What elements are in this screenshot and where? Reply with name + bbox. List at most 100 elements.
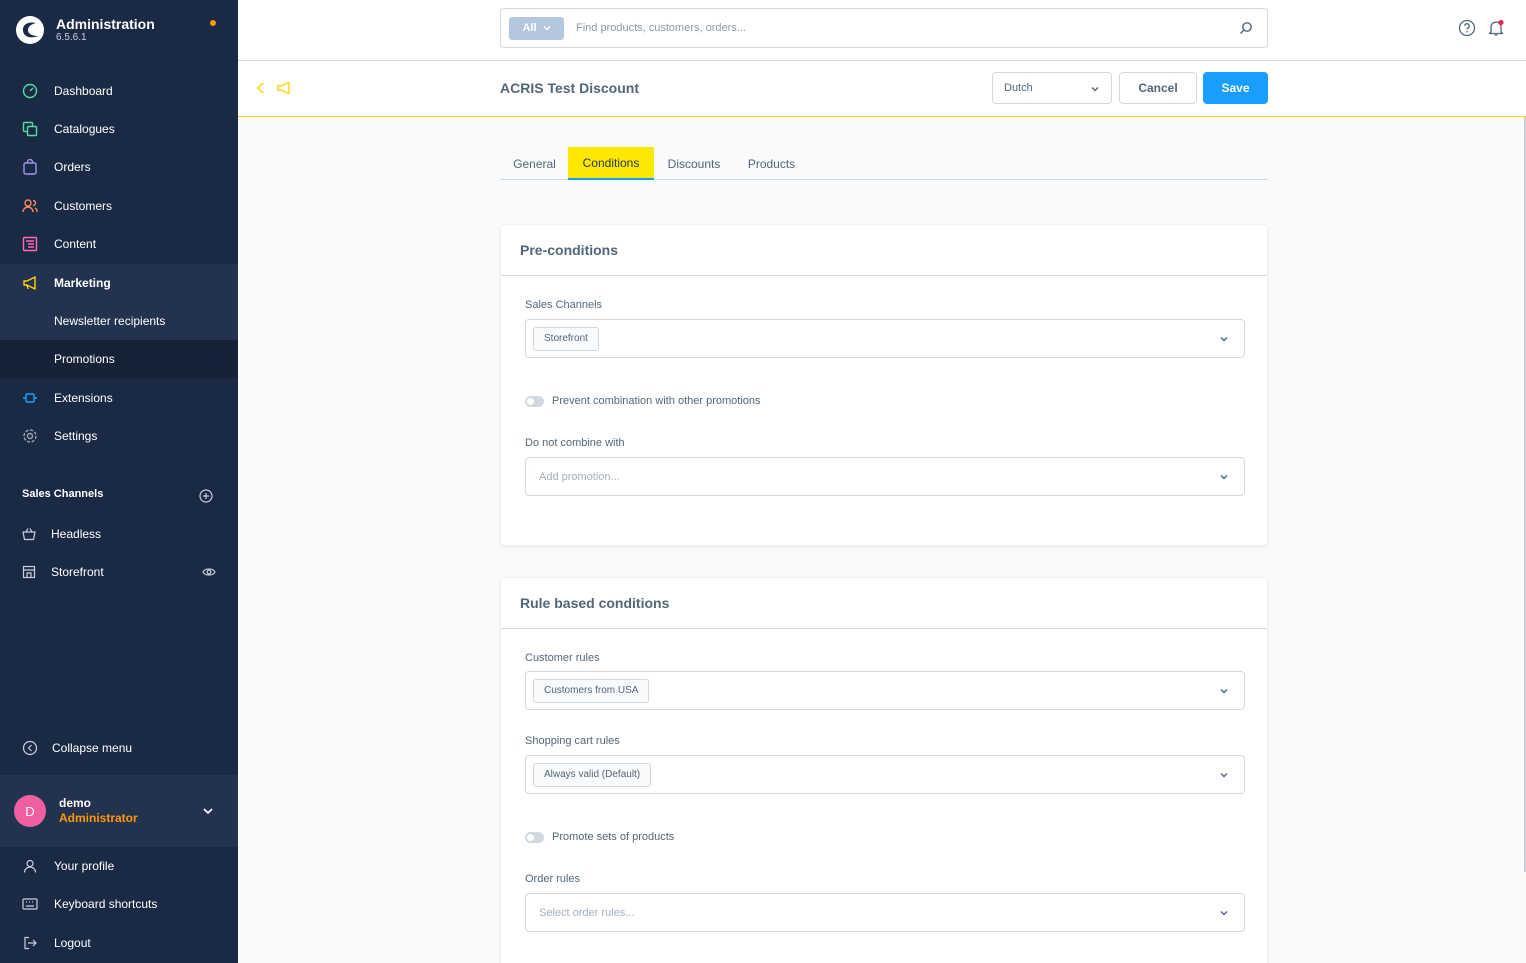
nav-newsletter-recipients[interactable]: Newsletter recipients (0, 302, 238, 340)
nav-extensions[interactable]: Extensions (0, 379, 238, 417)
tab-products[interactable]: Products (740, 147, 803, 180)
smart-bar: ACRIS Test Discount Dutch Cancel Save (238, 61, 1526, 117)
chevron-down-icon (1220, 475, 1228, 480)
nav-customers[interactable]: Customers (0, 187, 238, 225)
notice-dot (210, 20, 216, 26)
sales-channels-select[interactable]: Storefront (525, 319, 1245, 358)
brand[interactable]: Administration 6.5.6.1 (14, 12, 155, 48)
dashboard-icon (21, 82, 39, 100)
your-profile-label: Your profile (54, 859, 115, 873)
logout-label: Logout (54, 936, 91, 950)
chevron-down-icon (1091, 87, 1099, 92)
search-input[interactable] (576, 22, 1239, 34)
logout-icon (22, 935, 38, 951)
nav-promotions-label: Promotions (54, 352, 115, 366)
store-icon (21, 564, 37, 580)
gear-icon (21, 427, 39, 445)
user-menu[interactable]: D demo Administrator (0, 775, 238, 847)
collapse-icon (22, 740, 38, 756)
page-title: ACRIS Test Discount (500, 80, 639, 96)
shopware-logo-icon (16, 16, 44, 44)
shopping-bag-icon (21, 158, 39, 176)
logout-link[interactable]: Logout (0, 924, 238, 962)
nav-orders-label: Orders (54, 160, 91, 174)
promote-sets-toggle[interactable]: Promote sets of products (525, 831, 674, 843)
user-icon (22, 858, 38, 874)
avatar: D (14, 795, 46, 827)
prevent-combination-label: Prevent combination with other promotion… (552, 395, 761, 407)
tab-discounts[interactable]: Discounts (660, 147, 728, 180)
chevron-down-icon (203, 808, 213, 815)
nav-extensions-label: Extensions (54, 391, 113, 405)
search-icon[interactable] (1239, 21, 1253, 35)
add-sales-channel-icon[interactable] (199, 489, 213, 503)
user-role: Administrator (59, 811, 138, 825)
promote-sets-switch[interactable] (525, 831, 544, 843)
chevron-down-icon (1220, 337, 1228, 342)
megaphone-icon (21, 274, 39, 292)
customer-rules-select[interactable]: Customers from USA (525, 671, 1245, 710)
cart-rule-chip[interactable]: Always valid (Default) (533, 762, 652, 787)
users-icon (21, 197, 39, 215)
sales-channel-storefront-label: Storefront (51, 565, 104, 579)
order-rules-select[interactable]: Select order rules... (525, 893, 1245, 932)
cart-rules-label: Shopping cart rules (525, 735, 620, 747)
tab-conditions[interactable]: Conditions (568, 147, 654, 180)
customer-rules-label: Customer rules (525, 652, 600, 664)
sales-channel-headless[interactable]: Headless (0, 517, 238, 551)
tab-general[interactable]: General (506, 147, 563, 180)
your-profile-link[interactable]: Your profile (0, 847, 238, 885)
promotion-tabs: General Conditions Discounts Products (500, 147, 1268, 180)
language-select[interactable]: Dutch (992, 72, 1112, 104)
content-icon (21, 235, 39, 253)
eye-icon[interactable] (202, 565, 216, 579)
search-type-select[interactable]: All (509, 16, 564, 40)
order-rules-placeholder: Select order rules... (539, 906, 635, 919)
back-arrow-icon[interactable] (254, 81, 268, 95)
chevron-down-icon (1220, 689, 1228, 694)
notifications-bell-icon[interactable] (1487, 19, 1505, 37)
nav-settings[interactable]: Settings (0, 417, 238, 455)
keyboard-shortcuts-label: Keyboard shortcuts (54, 897, 158, 911)
collapse-menu-label: Collapse menu (52, 741, 133, 755)
nav-dashboard[interactable]: Dashboard (0, 72, 238, 110)
app-title: Administration (56, 16, 155, 32)
cancel-button[interactable]: Cancel (1119, 72, 1197, 104)
plug-icon (21, 389, 39, 407)
nav-dashboard-label: Dashboard (54, 84, 113, 98)
sales-channel-storefront[interactable]: Storefront (0, 555, 238, 589)
keyboard-shortcuts-link[interactable]: Keyboard shortcuts (0, 885, 238, 923)
customer-rule-chip[interactable]: Customers from USA (533, 678, 650, 703)
save-button[interactable]: Save (1203, 72, 1268, 104)
nav-marketing[interactable]: Marketing (0, 264, 238, 302)
basket-icon (21, 526, 37, 542)
keyboard-icon (22, 896, 38, 912)
language-select-value: Dutch (1004, 82, 1033, 94)
do-not-combine-placeholder: Add promotion... (539, 470, 620, 483)
sales-channels-title: Sales Channels (22, 488, 104, 500)
rule-conditions-title: Rule based conditions (501, 578, 1267, 629)
do-not-combine-select[interactable]: Add promotion... (525, 457, 1245, 496)
sales-channel-chip[interactable]: Storefront (533, 326, 599, 351)
nav-content[interactable]: Content (0, 225, 238, 263)
nav-marketing-label: Marketing (54, 276, 111, 290)
chevron-down-icon (1220, 911, 1228, 916)
nav-orders[interactable]: Orders (0, 148, 238, 186)
chevron-down-icon (543, 26, 551, 31)
nav-newsletter-recipients-label: Newsletter recipients (54, 314, 166, 328)
promote-sets-label: Promote sets of products (552, 831, 675, 843)
prevent-combination-switch[interactable] (525, 395, 544, 407)
chevron-down-icon (1220, 773, 1228, 778)
cart-rules-select[interactable]: Always valid (Default) (525, 755, 1245, 794)
nav-catalogues[interactable]: Catalogues (0, 110, 238, 148)
order-rules-label: Order rules (525, 873, 581, 885)
search-type-label: All (522, 22, 537, 34)
nav-promotions[interactable]: Promotions (0, 340, 238, 378)
pre-conditions-card: Pre-conditions Sales Channels Storefront… (500, 224, 1268, 546)
prevent-combination-toggle[interactable]: Prevent combination with other promotion… (525, 395, 761, 407)
nav-customers-label: Customers (54, 199, 113, 213)
user-name: demo (59, 796, 92, 810)
pre-conditions-title: Pre-conditions (501, 225, 1267, 276)
collapse-menu-button[interactable]: Collapse menu (22, 740, 132, 756)
help-icon[interactable] (1458, 19, 1476, 37)
